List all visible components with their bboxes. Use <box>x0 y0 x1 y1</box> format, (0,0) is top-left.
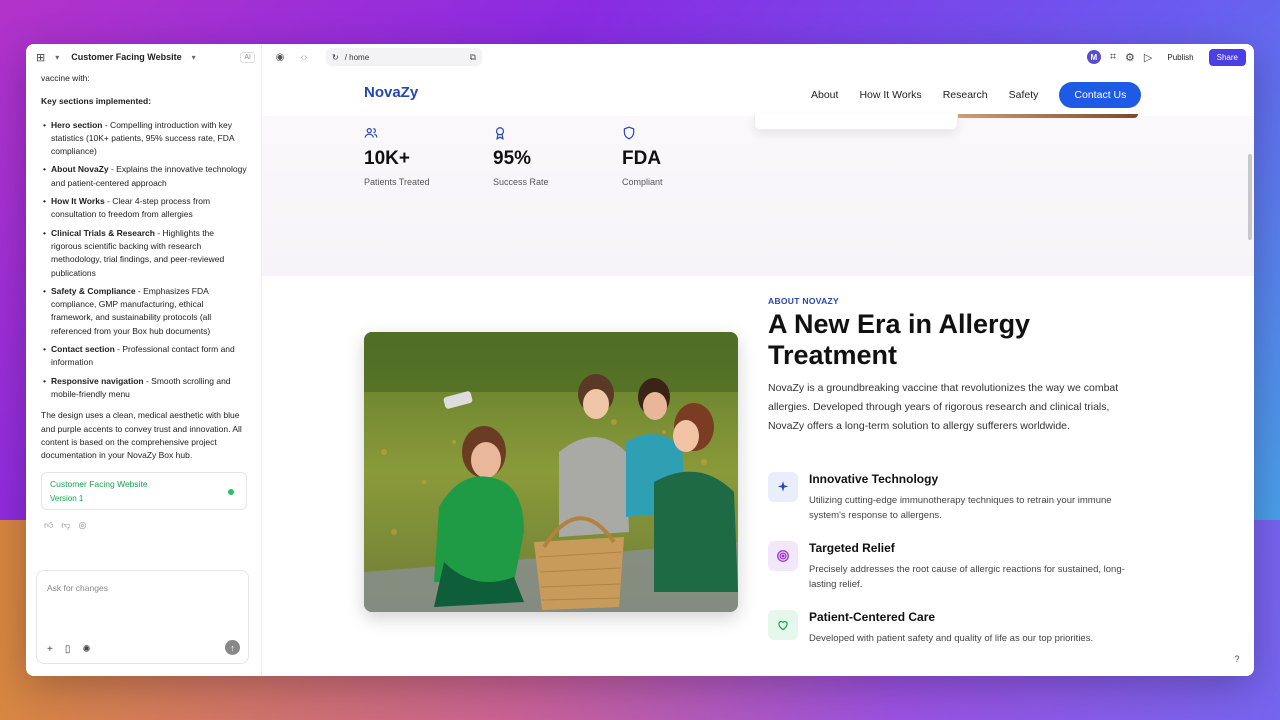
assistant-message: vaccine with: Key sections implemented: … <box>26 70 261 462</box>
project-name[interactable]: Customer Facing Website <box>71 52 181 62</box>
feature-title: Patient-Centered Care <box>809 610 936 624</box>
url-path: / home <box>344 52 370 62</box>
version-title: Customer Facing Website <box>50 479 148 490</box>
list-item: How It Works - Clear 4-step process from… <box>41 195 247 222</box>
friends-picnic-image <box>364 332 738 612</box>
plus-icon[interactable]: + <box>47 644 53 655</box>
list-item: Hero section - Compelling introduction w… <box>41 119 247 159</box>
chat-panel: vaccine with: Key sections implemented: … <box>26 70 262 676</box>
app-window: ⊞ ▾ Customer Facing Website ▾ AI ◉ ‹› ↻ … <box>26 44 1254 676</box>
chat-input-placeholder: Ask for changes <box>47 583 108 593</box>
stat-label: Success Rate <box>493 177 549 187</box>
site-logo[interactable]: NovaZy <box>364 84 418 101</box>
stat-success: 95% Success Rate <box>493 126 549 187</box>
screenshot-icon[interactable]: ⌗ <box>1110 51 1116 64</box>
site-nav: NovaZy About How It Works Research Safet… <box>262 70 1254 116</box>
feature-description: Precisely addresses the root cause of al… <box>809 564 1125 590</box>
gear-icon[interactable]: ⚙ <box>1125 51 1135 64</box>
input-tools: + ▯ ✺ <box>47 644 91 655</box>
thumbs-down-icon[interactable]: 👎︎ <box>61 520 70 531</box>
project-menu-chevron-icon[interactable]: ▾ <box>192 53 196 62</box>
stat-patients: 10K+ Patients Treated <box>364 126 430 187</box>
copy-icon[interactable]: ◎ <box>79 520 87 531</box>
top-bar: ⊞ ▾ Customer Facing Website ▾ AI ◉ ‹› ↻ … <box>26 44 1254 70</box>
nav-about[interactable]: About <box>811 89 838 101</box>
stat-value: 95% <box>493 148 532 169</box>
avatar[interactable]: M <box>1086 50 1101 64</box>
preview-scrollbar[interactable] <box>1248 154 1252 240</box>
play-icon[interactable]: ▷ <box>1144 51 1152 64</box>
feedback-row: 👍︎ 👎︎ ◎ <box>26 510 261 541</box>
feature-description: Developed with patient safety and qualit… <box>809 633 1094 644</box>
users-icon <box>364 126 430 143</box>
list-item: Contact section - Professional contact f… <box>41 343 247 370</box>
key-sections-heading: Key sections implemented: <box>41 96 152 107</box>
sparkle-icon <box>768 472 798 502</box>
publish-button[interactable]: Publish <box>1161 50 1199 65</box>
message-closing: The design uses a clean, medical aesthet… <box>41 410 242 461</box>
nav-how-it-works[interactable]: How It Works <box>859 89 921 101</box>
stat-label: Patients Treated <box>364 177 430 187</box>
topbar-actions: M ⌗ ⚙ ▷ Publish Share <box>1086 48 1254 66</box>
share-button[interactable]: Share <box>1208 48 1246 66</box>
list-item: Clinical Trials & Research - Highlights … <box>41 227 247 280</box>
about-photo <box>364 332 738 612</box>
chat-input[interactable]: Ask for changes + ▯ ✺ ↑ <box>36 570 249 664</box>
chevron-down-icon[interactable]: ▾ <box>55 53 59 62</box>
site-preview: NovaZy About How It Works Research Safet… <box>262 70 1254 676</box>
nav-research[interactable]: Research <box>943 89 988 101</box>
stat-value: FDA <box>622 148 662 169</box>
nav-links: About How It Works Research Safety Conta… <box>811 82 1142 108</box>
ai-badge[interactable]: AI <box>240 51 255 63</box>
list-item: Responsive navigation - Smooth scrolling… <box>41 375 247 402</box>
sparkle-tool-icon[interactable]: ✺ <box>82 644 90 655</box>
heart-icon <box>768 610 798 640</box>
award-icon <box>493 126 549 143</box>
sections-list: Hero section - Compelling introduction w… <box>41 119 247 402</box>
send-button[interactable]: ↑ <box>225 640 240 655</box>
list-item: Safety & Compliance - Emphasizes FDA com… <box>41 285 247 338</box>
preview-toolbar: ◉ ‹› ↻ / home ⧉ <box>262 48 1087 66</box>
stat-label: Compliant <box>622 177 663 187</box>
version-label: Version 1 <box>50 494 84 504</box>
hero-image-edge <box>958 114 1138 118</box>
target-icon <box>768 541 798 571</box>
url-bar[interactable]: ↻ / home ⧉ <box>326 48 482 66</box>
thumbs-up-icon[interactable]: 👍︎ <box>44 520 53 531</box>
nav-safety[interactable]: Safety <box>1009 89 1039 101</box>
hero-floating-card <box>754 114 958 130</box>
stat-value: 10K+ <box>364 148 410 169</box>
help-button[interactable]: ? <box>1230 652 1244 666</box>
message-intro: vaccine with: <box>41 73 90 83</box>
list-item: About NovaZy - Explains the innovative t… <box>41 163 247 190</box>
code-icon[interactable]: ‹› <box>296 52 312 63</box>
about-kicker: ABOUT NOVAZY <box>768 296 839 306</box>
eye-icon[interactable]: ◉ <box>272 52 288 63</box>
feature-title: Innovative Technology <box>809 472 939 486</box>
feature-title: Targeted Relief <box>809 541 895 555</box>
project-header: ⊞ ▾ Customer Facing Website ▾ AI <box>26 44 262 70</box>
about-description: NovaZy is a groundbreaking vaccine that … <box>768 382 1119 432</box>
refresh-icon[interactable]: ↻ <box>332 53 339 62</box>
about-title: A New Era in Allergy Treatment <box>768 309 1031 370</box>
open-external-icon[interactable]: ⧉ <box>470 52 476 63</box>
book-icon[interactable]: ▯ <box>65 644 71 655</box>
version-card[interactable]: Customer Facing Website Version 1 <box>41 472 247 511</box>
contact-us-button[interactable]: Contact Us <box>1059 82 1142 108</box>
stat-fda: FDA Compliant <box>622 126 663 187</box>
shield-icon <box>622 126 663 143</box>
app-logo-icon[interactable]: ⊞ <box>36 51 45 64</box>
feature-description: Utilizing cutting-edge immunotherapy tec… <box>809 495 1112 521</box>
